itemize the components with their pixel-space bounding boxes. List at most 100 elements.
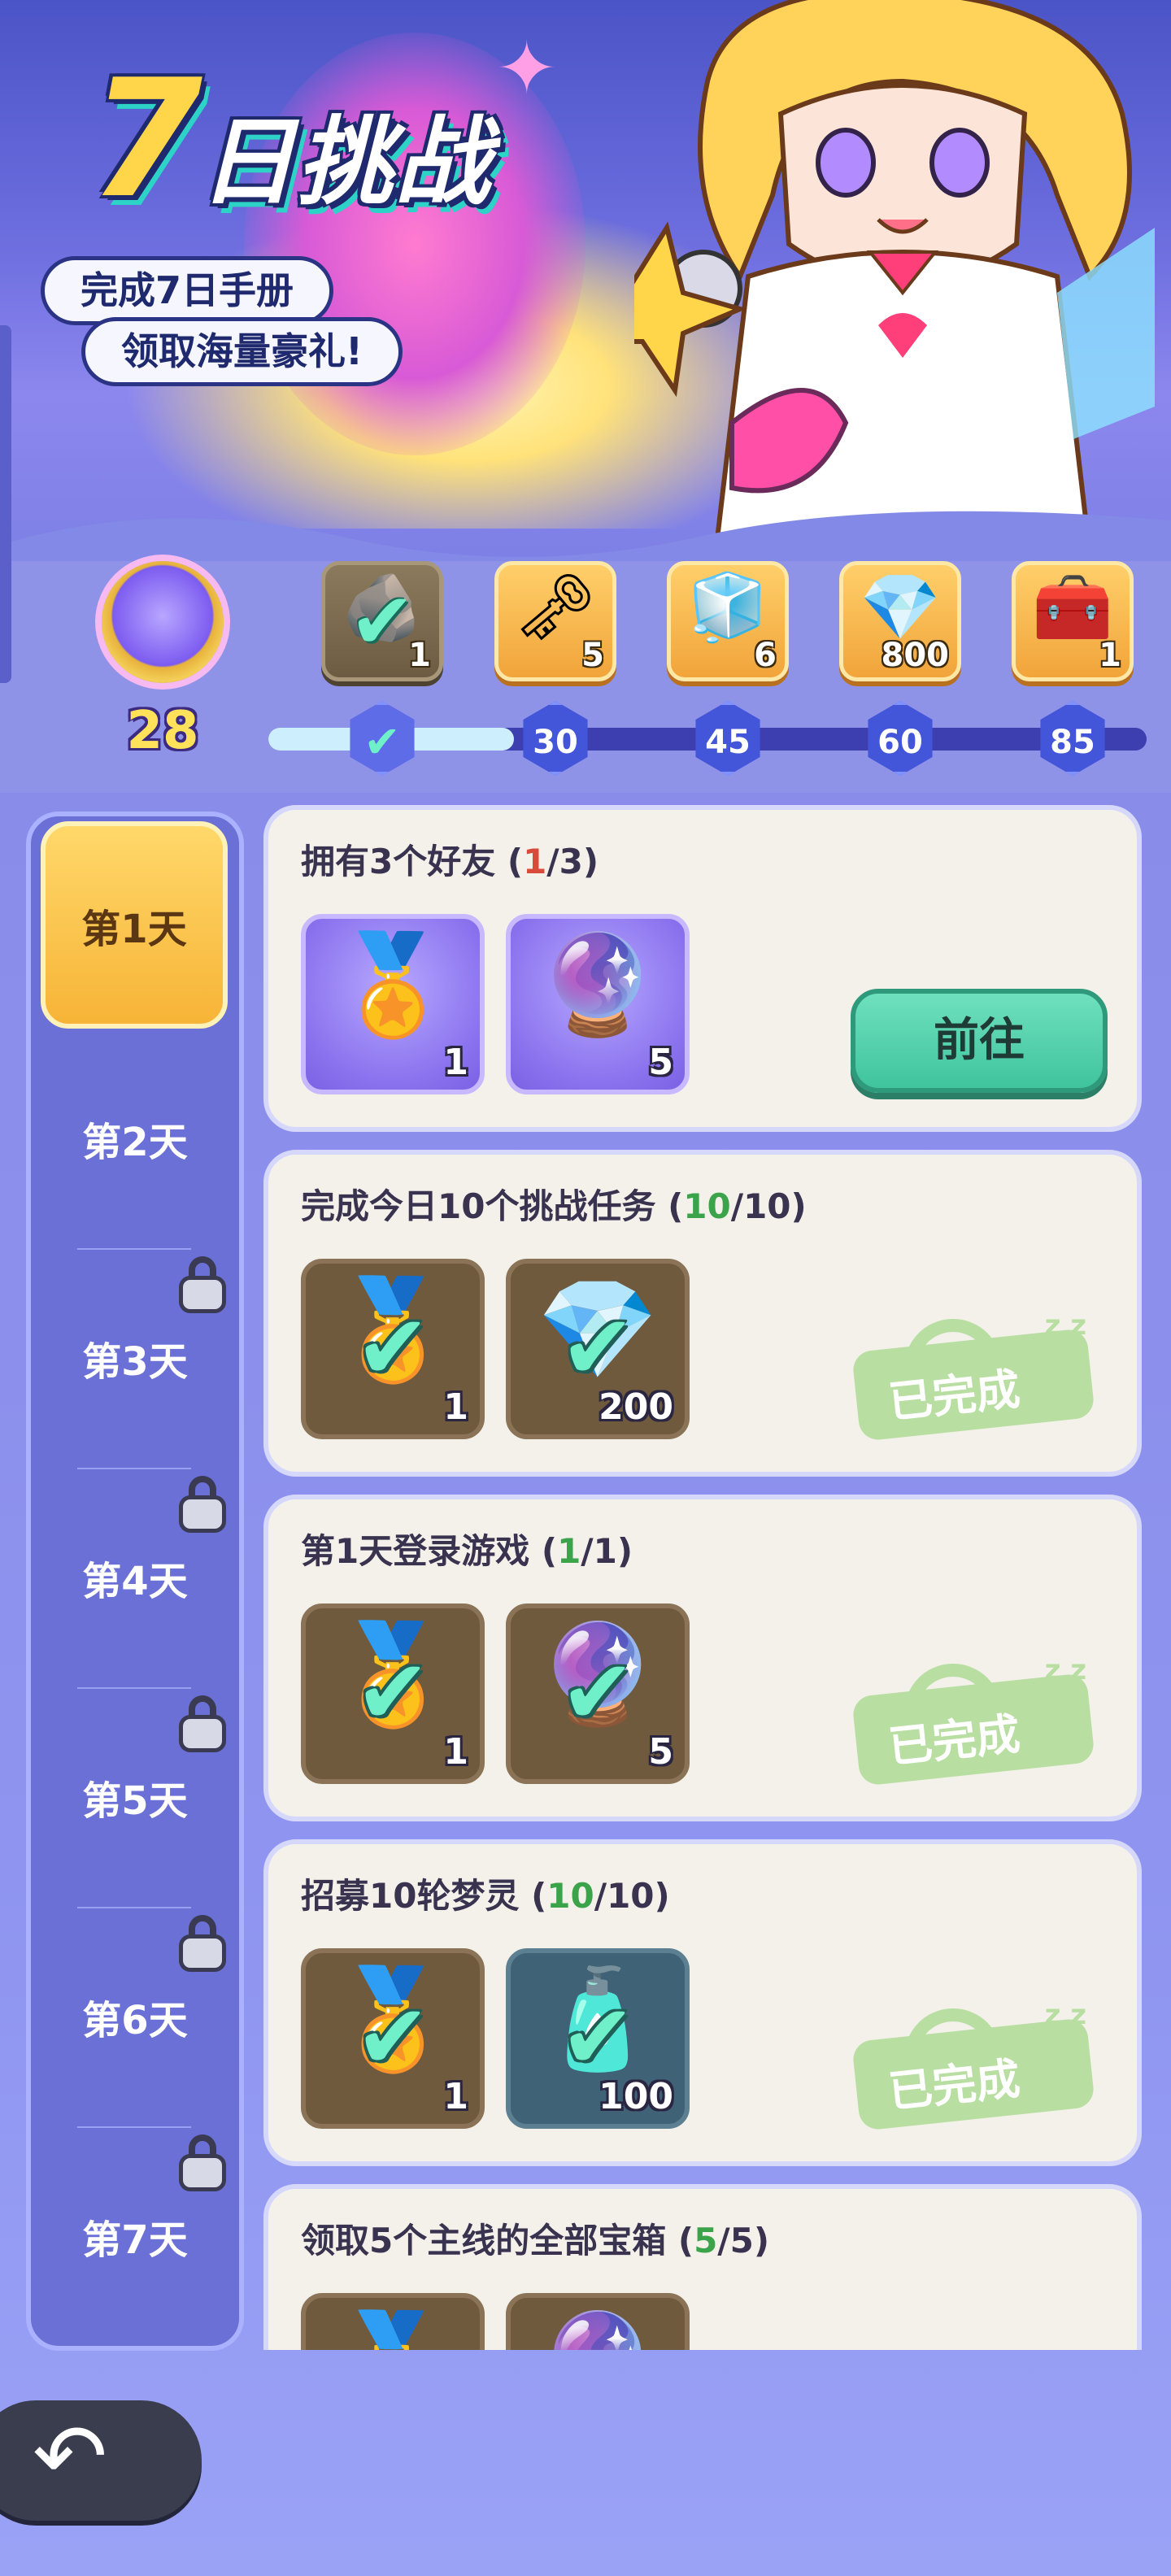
- task-name: 完成今日10个挑战任务: [301, 1186, 656, 1226]
- reward-qty: 800: [881, 637, 950, 674]
- diamond-icon: 💎: [860, 569, 941, 645]
- subtitle-line2: 领取海量豪礼!: [81, 317, 403, 387]
- task-progress-current: 10: [683, 1186, 731, 1226]
- reward-item[interactable]: 🏅✔1: [301, 1259, 485, 1439]
- check-icon: ✔: [306, 2337, 480, 2350]
- milestone-marker-5: 85: [1040, 701, 1105, 776]
- milestone-reward-5[interactable]: 🧰 1: [1012, 561, 1134, 681]
- day-tab-7[interactable]: 第7天: [26, 2179, 244, 2301]
- day-divider: [77, 2126, 191, 2128]
- item-qty: 1: [443, 1042, 468, 1083]
- task-title: 领取5个主线的全部宝箱 (5/5): [301, 2221, 770, 2261]
- rainbow-cube-icon: 🧊: [687, 569, 768, 645]
- check-icon: ✔: [355, 1640, 431, 1744]
- day-tab-2[interactable]: 第2天: [26, 1081, 244, 1203]
- completed-label: 已完成: [886, 1363, 1023, 1429]
- day-divider: [77, 1907, 191, 1908]
- day-divider: [77, 1248, 191, 1250]
- points-medal-icon: [102, 561, 224, 683]
- title-digit: 7: [89, 45, 203, 234]
- item-qty: 5: [648, 1731, 673, 1773]
- milestone-marker-4: 60: [868, 701, 933, 776]
- item-qty: 1: [443, 2076, 468, 2117]
- completed-stamp: z z已完成: [851, 1999, 1095, 2137]
- reward-item[interactable]: 🔮✔5: [506, 1603, 690, 1784]
- task-card: 完成今日10个挑战任务 (10/10) 🏅 ✔ 1 💎 ✔ 200 z z 已完成: [263, 1150, 1142, 1477]
- task-card: 第1天登录游戏 (1/1) 🏅 ✔ 1 🔮 ✔ 5 z z 已完成: [263, 1495, 1142, 1821]
- task-name: 招募10轮梦灵: [301, 1876, 520, 1916]
- star-key-icon: 🗝: [514, 569, 597, 645]
- task-progress-total: 1: [593, 1531, 617, 1571]
- item-qty: 5: [648, 1042, 673, 1083]
- milestone-marker-1: ✔: [350, 701, 415, 776]
- milestone-reward-2[interactable]: 🗝 5: [494, 561, 616, 681]
- banner-wave: [0, 511, 1171, 561]
- task-title: 拥有3个好友 (1/3): [301, 842, 599, 881]
- task-progress-total: 3: [559, 842, 583, 881]
- edge-handle: [0, 325, 11, 683]
- go-button[interactable]: 前往: [851, 989, 1108, 1093]
- task-progress-total: 10: [743, 1186, 791, 1226]
- check-icon: ✔: [355, 1295, 431, 1399]
- day-tab-4[interactable]: 第4天: [26, 1521, 244, 1643]
- milestone-marker-2: 30: [523, 701, 588, 776]
- task-list: 拥有3个好友 (1/3) 🏅 1 🔮 5 前往 完成今日10个挑战任务 (10/10) 🏅 ✔ 1…: [260, 805, 1155, 2350]
- check-icon: ✔: [559, 1985, 636, 2089]
- task-progress-current: 1: [557, 1531, 581, 1571]
- task-card: 领取5个主线的全部宝箱 (5/5) 🏅✔1 🔮✔5 z z已完成: [263, 2184, 1142, 2350]
- reward-item[interactable]: 🏅✔1: [301, 2293, 485, 2350]
- lock-icon: [179, 1256, 226, 1313]
- reward-qty: 5: [581, 637, 604, 674]
- day-tab-5[interactable]: 第5天: [26, 1740, 244, 1862]
- reward-item[interactable]: 🔮✔5: [506, 2293, 690, 2350]
- check-icon: ✔: [559, 1640, 636, 1744]
- task-name: 拥有3个好友: [301, 842, 496, 881]
- reward-item[interactable]: 🧴 ✔ 100: [506, 1948, 690, 2129]
- reward-item[interactable]: 💎 ✔ 200: [506, 1259, 690, 1439]
- task-progress-current: 10: [546, 1876, 594, 1916]
- task-name: 第1天登录游戏: [301, 1531, 530, 1571]
- page-title: 日挑战: [199, 106, 493, 218]
- subtitle-line1: 完成7日手册: [41, 256, 334, 326]
- lock-icon: [179, 2134, 226, 2191]
- item-qty: 200: [599, 1386, 673, 1428]
- reward-qty: 1: [408, 637, 431, 674]
- check-icon: ✔: [355, 1985, 431, 2089]
- reward-item[interactable]: 🏅✔1: [301, 1603, 485, 1784]
- day-tab-1[interactable]: 第1天: [41, 821, 228, 1029]
- task-card: 招募10轮梦灵 (10/10) 🏅 ✔ 1 🧴 ✔ 100 z z 已完成: [263, 1839, 1142, 2166]
- item-qty: 1: [443, 1731, 468, 1773]
- day-tab-3[interactable]: 第3天: [26, 1301, 244, 1423]
- completed-stamp: z z已完成: [851, 1309, 1095, 1447]
- item-qty: 100: [599, 2076, 673, 2117]
- reward-item[interactable]: 🏅 1: [301, 914, 485, 1094]
- back-arrow-icon: ↶: [33, 2404, 108, 2509]
- milestone-reward-1[interactable]: 🪨 ✔ 1: [321, 561, 443, 681]
- task-progress-current: 5: [694, 2221, 718, 2261]
- milestone-marker-3: 45: [695, 701, 760, 776]
- lock-icon: [179, 1695, 226, 1752]
- lock-icon: [179, 1476, 226, 1533]
- day-divider: [77, 1687, 191, 1689]
- milestone-reward-4[interactable]: 💎 800: [839, 561, 961, 681]
- day-tab-6[interactable]: 第6天: [26, 1960, 244, 2082]
- lock-icon: [179, 1915, 226, 1972]
- reward-item[interactable]: 🔮 5: [506, 914, 690, 1094]
- task-progress-current: 1: [523, 842, 547, 881]
- completed-label: 已完成: [886, 1708, 1023, 1773]
- sparkle-icon: ✦: [496, 26, 558, 111]
- task-title: 第1天登录游戏 (1/1): [301, 1531, 633, 1571]
- reward-item[interactable]: 🏅✔1: [301, 1948, 485, 2129]
- back-button[interactable]: ↶: [0, 2400, 202, 2521]
- task-card: 拥有3个好友 (1/3) 🏅 1 🔮 5 前往: [263, 805, 1142, 1132]
- milestone-reward-3[interactable]: 🧊 6: [667, 561, 789, 681]
- task-name: 领取5个主线的全部宝箱: [301, 2221, 667, 2261]
- banner: ✦ ✦ 7 日挑战 完成7日手册 领取海量豪礼!: [0, 0, 1171, 561]
- medal-icon: 🏅: [332, 929, 454, 1042]
- treasure-chest-icon: 🧰: [1032, 569, 1113, 645]
- reward-qty: 1: [1099, 637, 1121, 674]
- completed-stamp: z z已完成: [855, 2343, 1091, 2350]
- task-progress-total: 5: [729, 2221, 754, 2261]
- spirit-core-icon: 🔮: [537, 929, 659, 1042]
- points-value: 28: [126, 701, 199, 761]
